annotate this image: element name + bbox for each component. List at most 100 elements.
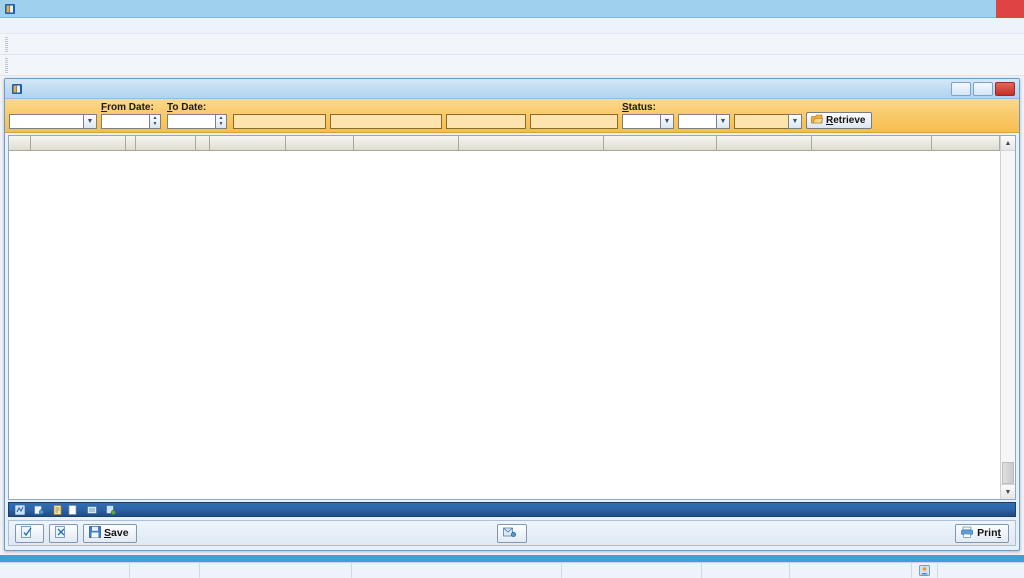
retrieve-button-label: Retrieve <box>826 115 866 126</box>
menu-item-utilities[interactable] <box>76 25 88 27</box>
retrieve-icon <box>811 114 824 128</box>
column-header-provider[interactable] <box>604 136 717 151</box>
view-eligibility-note-icon[interactable] <box>86 504 97 515</box>
scroll-down-icon[interactable]: ▼ <box>1001 484 1015 499</box>
menu-item-setup[interactable] <box>28 25 40 27</box>
eligibility-tracking-dialog: ▼ From Date: ▲ ▼ To Date: ▲ ▼ Status: ▼ … <box>4 78 1020 551</box>
status-filter-label: Status: <box>622 102 656 113</box>
from-date-group: From Date: ▲ ▼ <box>101 102 163 129</box>
column-header-spacer2[interactable] <box>196 136 210 151</box>
patient-filter-group <box>233 113 326 129</box>
close-button[interactable] <box>996 0 1024 18</box>
window-bottom-accent <box>0 555 1024 562</box>
scroll-up-icon[interactable]: ▲ <box>1001 136 1015 151</box>
column-header-spacer1[interactable] <box>126 136 136 151</box>
insurance-filter-group <box>330 113 442 129</box>
column-header-rownum[interactable] <box>9 136 31 151</box>
to-date-label: To Date: <box>167 102 207 113</box>
patient-input[interactable] <box>233 114 326 129</box>
from-date-field[interactable]: ▲ ▼ <box>101 114 163 129</box>
to-date-group: To Date: ▲ ▼ <box>167 102 229 129</box>
filter-bar: ▼ From Date: ▲ ▼ To Date: ▲ ▼ Status: ▼ … <box>5 99 1019 133</box>
print-button[interactable]: Print <box>955 523 1009 543</box>
status-system <box>200 563 352 578</box>
procedure-input[interactable] <box>530 114 618 129</box>
note-icon[interactable] <box>52 504 63 515</box>
column-header-insurance[interactable] <box>459 136 604 151</box>
select-all-button[interactable] <box>15 523 44 543</box>
provider-input[interactable] <box>446 114 526 129</box>
column-header-status[interactable] <box>136 136 196 151</box>
column-header-appt-date[interactable] <box>210 136 286 151</box>
eligibility-url-icon[interactable] <box>14 504 25 515</box>
dialog-minimize-button[interactable] <box>951 81 971 96</box>
chevron-down-icon[interactable]: ▼ <box>716 114 730 129</box>
menu-item-action[interactable] <box>4 25 16 27</box>
status-bar <box>0 562 1024 578</box>
retrieve-button[interactable]: Retrieve <box>806 112 873 129</box>
status-version <box>562 563 702 578</box>
chevron-down-icon[interactable]: ▼ <box>788 114 802 129</box>
provider-filter-group <box>446 113 526 129</box>
column-header-filler[interactable] <box>932 136 1000 151</box>
send-inquiry-button[interactable] <box>497 523 527 543</box>
status-filter-group: Status: ▼ <box>622 102 674 129</box>
grid-vertical-scrollbar[interactable]: ▲ ▼ <box>1000 136 1015 499</box>
column-header-procedure[interactable] <box>717 136 812 151</box>
title-bar <box>0 0 1024 18</box>
ins-priority-select[interactable]: ▼ <box>678 114 730 129</box>
status-blank-2 <box>352 563 562 578</box>
menu-item-reports[interactable] <box>64 25 76 27</box>
main-toolbar <box>0 34 1024 55</box>
maximize-button[interactable] <box>968 0 996 18</box>
insurance-input[interactable] <box>330 114 442 129</box>
dialog-close-button[interactable] <box>995 81 1015 96</box>
menu-item-activities[interactable] <box>40 25 52 27</box>
column-header-pat-ins-note[interactable] <box>812 136 932 151</box>
menu-item-view[interactable] <box>16 25 28 27</box>
menu-item-billing[interactable] <box>52 25 64 27</box>
add-review-status-note-icon[interactable] <box>105 504 116 515</box>
date-type-select[interactable]: ▼ <box>9 114 97 129</box>
view-response-icon[interactable] <box>33 504 44 515</box>
select-all-icon <box>21 525 33 541</box>
review-status-select[interactable]: ▼ <box>734 114 802 129</box>
column-header-patient[interactable] <box>354 136 459 151</box>
menu-item-windows[interactable] <box>88 25 100 27</box>
status-machine <box>790 563 912 578</box>
status-date <box>938 563 1024 578</box>
status-ready <box>0 563 130 578</box>
save-icon <box>89 525 101 541</box>
menu-item-help[interactable] <box>100 25 112 27</box>
grid-body <box>9 151 1000 499</box>
to-date-field[interactable]: ▲ ▼ <box>167 114 229 129</box>
dialog-maximize-button[interactable] <box>973 81 993 96</box>
status-build <box>702 563 790 578</box>
scroll-thumb[interactable] <box>1002 462 1014 484</box>
toolbar-grip-2[interactable] <box>5 57 8 73</box>
dialog-title-bar <box>5 79 1019 99</box>
deselect-all-button[interactable] <box>49 523 78 543</box>
grid-header-row <box>9 136 1000 151</box>
toolbar-grip[interactable] <box>5 36 8 52</box>
from-date-value <box>101 114 149 129</box>
user-tray-icon[interactable] <box>912 563 938 578</box>
ins-priority-filter-group: ▼ <box>678 113 730 129</box>
dialog-window-controls <box>951 81 1019 96</box>
status-blank-1 <box>130 563 200 578</box>
column-header-inquiry-date[interactable] <box>286 136 354 151</box>
minimize-button[interactable] <box>940 0 968 18</box>
legend-bar <box>8 502 1016 517</box>
to-date-stepper[interactable]: ▲ ▼ <box>215 114 227 129</box>
status-select[interactable]: ▼ <box>622 114 674 129</box>
scroll-track[interactable] <box>1001 151 1015 484</box>
save-button[interactable]: Save <box>83 523 137 543</box>
ins-priority-value <box>678 114 716 129</box>
application-window: ▼ From Date: ▲ ▼ To Date: ▲ ▼ Status: ▼ … <box>0 0 1024 578</box>
note-blank-icon[interactable] <box>67 504 78 515</box>
from-date-stepper[interactable]: ▲ ▼ <box>149 114 161 129</box>
to-date-value <box>167 114 215 129</box>
chevron-down-icon[interactable]: ▼ <box>660 114 674 129</box>
column-header-review-status[interactable] <box>31 136 126 151</box>
chevron-down-icon[interactable]: ▼ <box>83 114 97 129</box>
